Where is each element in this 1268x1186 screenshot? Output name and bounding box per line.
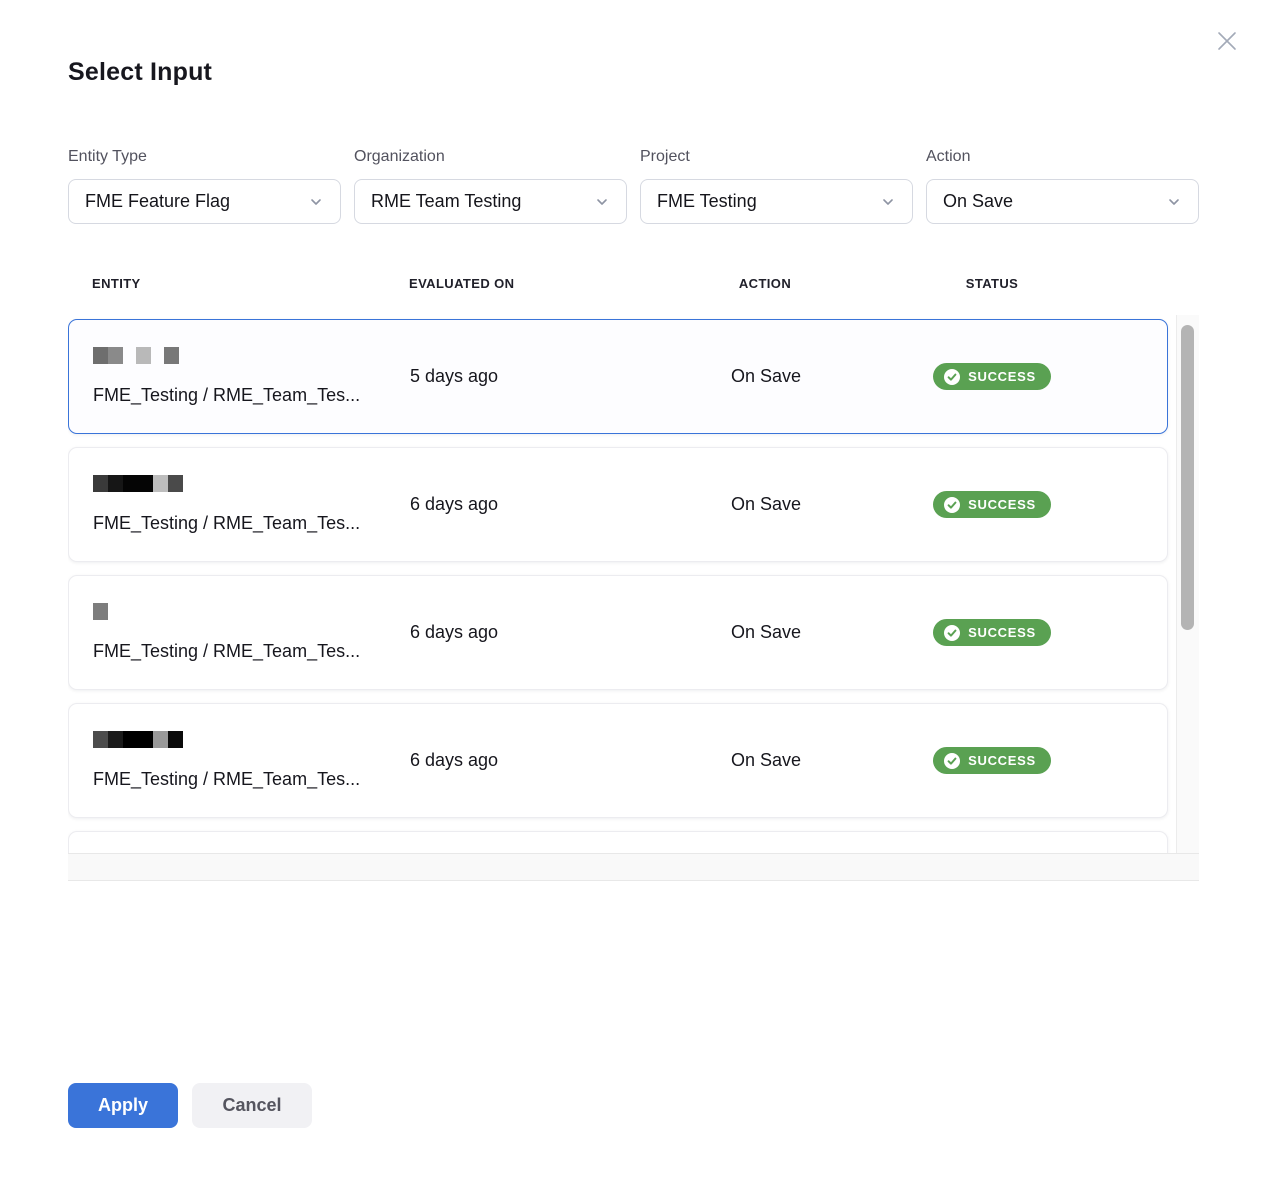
evaluated-on-cell: 6 days ago xyxy=(410,750,691,771)
check-circle-icon xyxy=(944,497,960,513)
vertical-scrollbar-thumb[interactable] xyxy=(1181,325,1194,630)
check-circle-icon xyxy=(944,625,960,641)
organization-label: Organization xyxy=(354,148,627,166)
entity-type-label: Entity Type xyxy=(68,148,341,166)
status-badge: SUCCESS xyxy=(933,491,1051,518)
table-row-partial[interactable] xyxy=(68,831,1168,855)
entity-cell: FME_Testing / RME_Team_Tes... xyxy=(93,475,410,534)
table-row[interactable]: FME_Testing / RME_Team_Tes... 6 days ago… xyxy=(68,447,1168,562)
evaluated-on-cell: 6 days ago xyxy=(410,494,691,515)
redacted-entity-name xyxy=(93,603,410,620)
column-header-action: Action xyxy=(690,276,840,291)
filter-project: Project FME Testing xyxy=(640,148,913,224)
project-select[interactable]: FME Testing xyxy=(640,179,913,224)
check-circle-icon xyxy=(944,369,960,385)
results-list: FME_Testing / RME_Team_Tes... 5 days ago… xyxy=(68,319,1168,855)
redacted-entity-name xyxy=(93,475,410,492)
select-input-dialog: Select Input Entity Type FME Feature Fla… xyxy=(0,0,1268,1186)
table-row[interactable]: FME_Testing / RME_Team_Tes... 6 days ago… xyxy=(68,703,1168,818)
entity-subtitle: FME_Testing / RME_Team_Tes... xyxy=(93,641,410,662)
results-scroll-area: FME_Testing / RME_Team_Tes... 5 days ago… xyxy=(68,315,1199,881)
dialog-footer: Apply Cancel xyxy=(68,1083,312,1128)
status-cell: SUCCESS xyxy=(841,363,1143,390)
entity-cell: FME_Testing / RME_Team_Tes... xyxy=(93,731,410,790)
column-header-entity: Entity xyxy=(92,276,409,291)
entity-type-value: FME Feature Flag xyxy=(85,191,300,212)
evaluated-on-cell: 6 days ago xyxy=(410,622,691,643)
action-cell: On Save xyxy=(691,622,841,643)
column-header-evaluated-on: Evaluated On xyxy=(409,276,690,291)
redacted-entity-name xyxy=(93,731,410,748)
chevron-down-icon xyxy=(594,194,610,210)
table-row[interactable]: FME_Testing / RME_Team_Tes... 5 days ago… xyxy=(68,319,1168,434)
close-button[interactable] xyxy=(1213,28,1241,56)
organization-select[interactable]: RME Team Testing xyxy=(354,179,627,224)
table-row[interactable]: FME_Testing / RME_Team_Tes... 6 days ago… xyxy=(68,575,1168,690)
action-label: Action xyxy=(926,148,1199,166)
horizontal-scrollbar-track[interactable] xyxy=(68,853,1199,881)
chevron-down-icon xyxy=(880,194,896,210)
status-badge-label: SUCCESS xyxy=(968,497,1036,512)
status-cell: SUCCESS xyxy=(841,491,1143,518)
apply-button[interactable]: Apply xyxy=(68,1083,178,1128)
project-label: Project xyxy=(640,148,913,166)
status-badge-label: SUCCESS xyxy=(968,753,1036,768)
entity-type-select[interactable]: FME Feature Flag xyxy=(68,179,341,224)
column-header-status: Status xyxy=(840,276,1144,291)
filter-entity-type: Entity Type FME Feature Flag xyxy=(68,148,341,224)
table-header: Entity Evaluated On Action Status xyxy=(68,276,1168,291)
vertical-scrollbar-track[interactable] xyxy=(1176,315,1199,853)
filter-action: Action On Save xyxy=(926,148,1199,224)
filter-organization: Organization RME Team Testing xyxy=(354,148,627,224)
status-badge: SUCCESS xyxy=(933,747,1051,774)
project-value: FME Testing xyxy=(657,191,872,212)
entity-cell: FME_Testing / RME_Team_Tes... xyxy=(93,603,410,662)
redacted-entity-name xyxy=(93,347,410,364)
entity-subtitle: FME_Testing / RME_Team_Tes... xyxy=(93,513,410,534)
status-cell: SUCCESS xyxy=(841,619,1143,646)
status-badge: SUCCESS xyxy=(933,619,1051,646)
filter-bar: Entity Type FME Feature Flag Organizatio… xyxy=(68,148,1199,224)
evaluated-on-cell: 5 days ago xyxy=(410,366,691,387)
chevron-down-icon xyxy=(308,194,324,210)
entity-cell: FME_Testing / RME_Team_Tes... xyxy=(93,347,410,406)
close-icon xyxy=(1215,29,1239,56)
status-cell: SUCCESS xyxy=(841,747,1143,774)
page-title: Select Input xyxy=(68,58,212,87)
check-circle-icon xyxy=(944,753,960,769)
status-badge-label: SUCCESS xyxy=(968,369,1036,384)
organization-value: RME Team Testing xyxy=(371,191,586,212)
action-cell: On Save xyxy=(691,366,841,387)
action-cell: On Save xyxy=(691,750,841,771)
action-value: On Save xyxy=(943,191,1158,212)
status-badge-label: SUCCESS xyxy=(968,625,1036,640)
status-badge: SUCCESS xyxy=(933,363,1051,390)
entity-subtitle: FME_Testing / RME_Team_Tes... xyxy=(93,385,410,406)
entity-subtitle: FME_Testing / RME_Team_Tes... xyxy=(93,769,410,790)
action-cell: On Save xyxy=(691,494,841,515)
chevron-down-icon xyxy=(1166,194,1182,210)
cancel-button[interactable]: Cancel xyxy=(192,1083,312,1128)
action-select[interactable]: On Save xyxy=(926,179,1199,224)
